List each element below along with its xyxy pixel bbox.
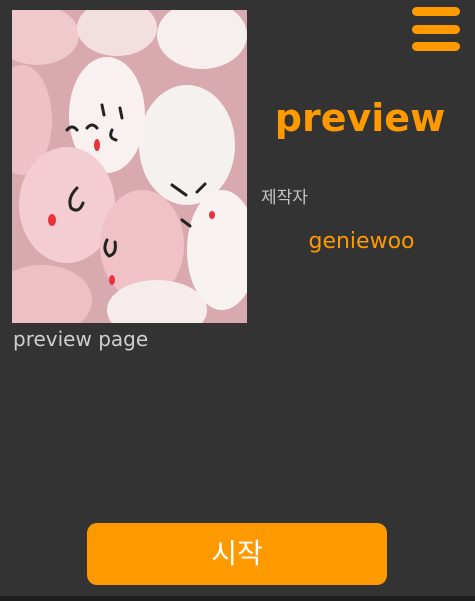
start-button[interactable]: 시작 [87,523,387,585]
page-title: preview [274,96,446,140]
bottom-divider [0,596,475,601]
app-screen: preview page preview 제작자 geniewoo 시작 [0,0,475,601]
menu-bar-bottom [412,42,460,51]
menu-bar-top [412,7,460,16]
maker-label: 제작자 [261,188,308,208]
hamburger-menu-icon[interactable] [412,7,460,51]
menu-bar-middle [412,25,460,34]
maker-name: geniewoo [308,229,415,254]
preview-image [12,10,247,323]
preview-caption: preview page [13,327,149,351]
